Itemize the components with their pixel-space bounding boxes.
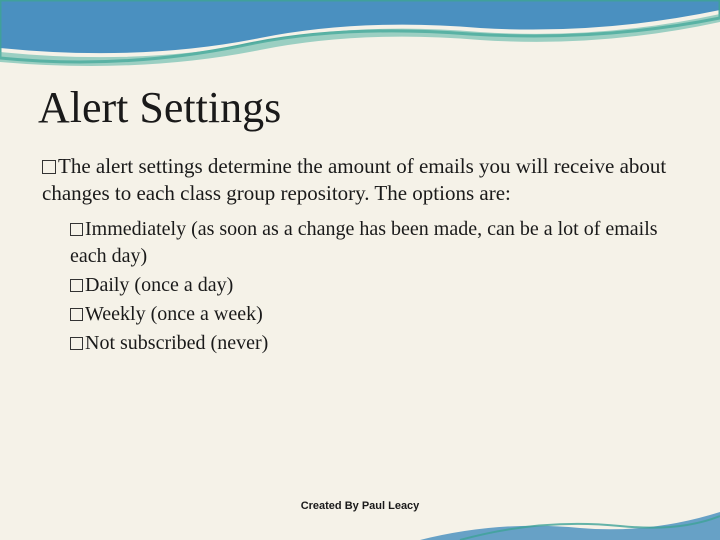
bullet-box-icon [70, 308, 83, 321]
decorative-wave-bottom [420, 490, 720, 540]
list-item: Weekly (once a week) [70, 301, 682, 328]
list-item-text: Not subscribed (never) [85, 332, 268, 354]
bullet-box-icon [42, 160, 56, 174]
bullet-box-icon [70, 279, 83, 292]
list-item: Daily (once a day) [70, 272, 682, 299]
slide-title: Alert Settings [38, 85, 682, 131]
slide-content: Alert Settings The alert settings determ… [0, 0, 720, 357]
main-text-content: The alert settings determine the amount … [42, 154, 666, 205]
list-item-text: Daily (once a day) [85, 274, 233, 296]
bullet-box-icon [70, 337, 83, 350]
list-item: Not subscribed (never) [70, 330, 682, 357]
main-paragraph: The alert settings determine the amount … [42, 153, 682, 208]
options-list: Immediately (as soon as a change has bee… [70, 216, 682, 357]
list-item: Immediately (as soon as a change has bee… [70, 216, 682, 270]
bullet-box-icon [70, 223, 83, 236]
list-item-text: Weekly (once a week) [85, 303, 263, 325]
list-item-text: Immediately (as soon as a change has bee… [70, 218, 658, 267]
footer-credit: Created By Paul Leacy [0, 500, 720, 512]
